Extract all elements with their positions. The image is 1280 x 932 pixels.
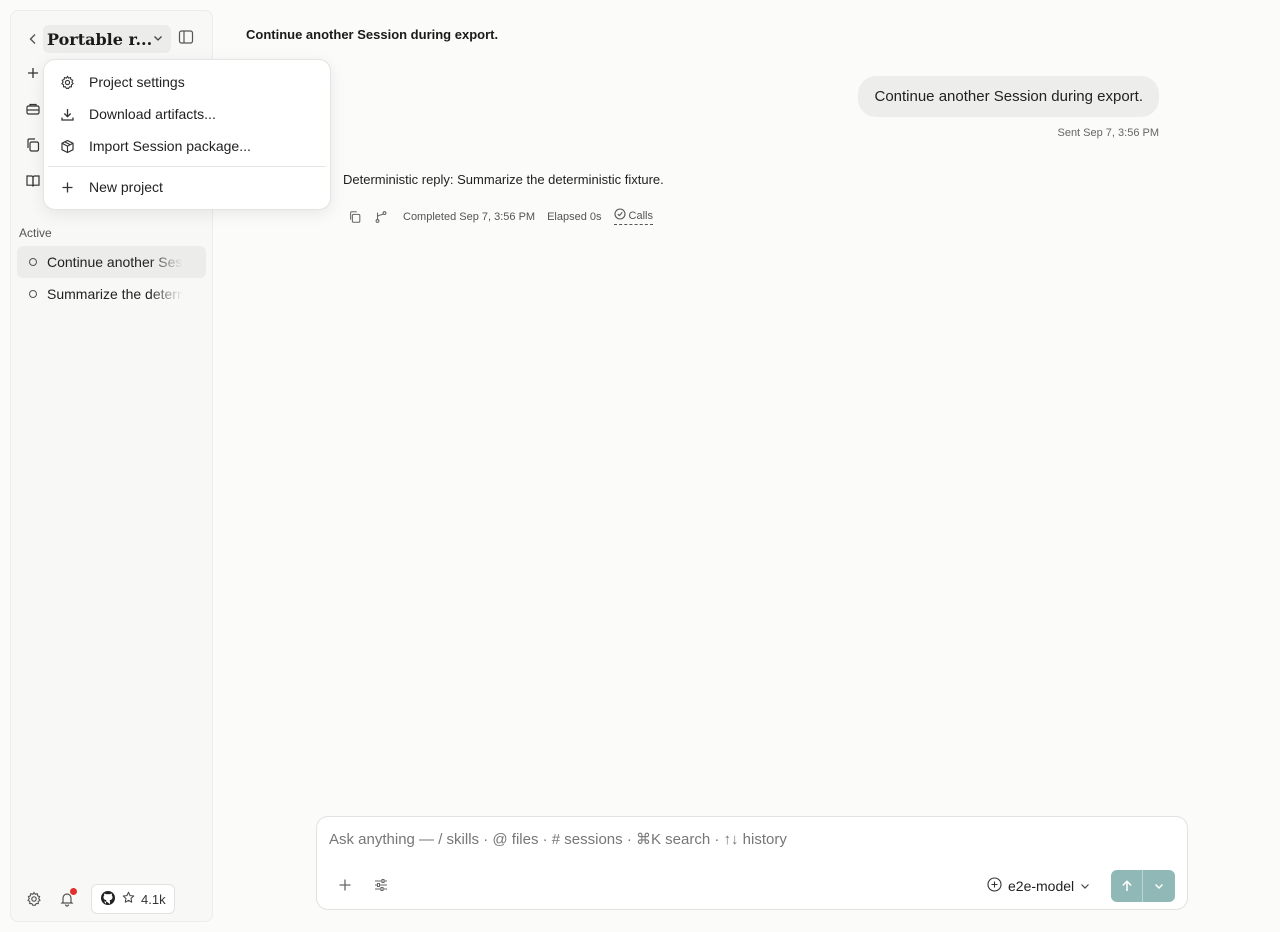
completed-timestamp: Completed Sep 7, 3:56 PM (403, 210, 536, 223)
check-circle-icon (613, 208, 626, 224)
package-icon (60, 139, 75, 154)
send-button[interactable] (1111, 870, 1143, 902)
model-selector[interactable]: e2e-model (987, 875, 1090, 897)
notification-badge (70, 888, 77, 895)
session-item[interactable]: Summarize the deterministic fixture. (17, 278, 206, 310)
send-options-button[interactable] (1143, 870, 1175, 902)
chevron-down-icon (1080, 878, 1090, 894)
branch-icon[interactable] (373, 209, 389, 225)
settings-gear-icon[interactable] (25, 890, 43, 908)
sent-timestamp: Sent Sep 7, 3:56 PM (1057, 127, 1159, 139)
session-status-dot (29, 290, 37, 298)
session-item-active[interactable]: Continue another Session during export. (17, 246, 206, 278)
composer: e2e-model (316, 816, 1188, 910)
menu-item-new-project[interactable]: New project (52, 173, 324, 201)
menu-item-project-settings[interactable]: Project settings (52, 68, 324, 96)
model-plus-circle-icon (987, 877, 1002, 895)
menu-item-label: Project settings (89, 74, 185, 90)
send-button-group (1111, 870, 1175, 902)
sidebar-header: Portable r... (23, 25, 203, 53)
session-status-dot (29, 258, 37, 266)
menu-item-label: New project (89, 179, 163, 195)
attach-plus-icon[interactable] (337, 877, 353, 893)
github-star-count: 4.1k (141, 891, 166, 907)
project-menu: Project settings Download artifacts... I… (43, 59, 331, 210)
menu-item-label: Download artifacts... (89, 106, 216, 122)
session-item-label: Summarize the deterministic fixture. (47, 286, 183, 302)
assistant-reply: Deterministic reply: Summarize the deter… (343, 172, 664, 187)
message-input[interactable] (329, 831, 1169, 848)
menu-item-download-artifacts[interactable]: Download artifacts... (52, 100, 324, 128)
sidebar-footer: 4.1k (25, 884, 175, 914)
sidebar-toggle-icon[interactable] (178, 29, 194, 45)
copy-icon[interactable] (347, 209, 363, 225)
sliders-icon[interactable] (373, 877, 389, 893)
calls-link[interactable]: Calls (613, 208, 653, 225)
download-icon (60, 107, 75, 122)
menu-item-label: Import Session package... (89, 138, 251, 154)
copy-icon[interactable] (25, 137, 41, 153)
model-name: e2e-model (1008, 878, 1075, 894)
book-icon[interactable] (25, 173, 41, 189)
menu-item-import-session-package[interactable]: Import Session package... (52, 132, 324, 160)
elapsed-time: Elapsed 0s (547, 210, 602, 223)
new-session-plus-icon[interactable] (25, 65, 41, 81)
section-label-active: Active (19, 226, 52, 240)
chevron-down-icon (153, 30, 163, 48)
github-stars-button[interactable]: 4.1k (91, 884, 175, 914)
session-item-label: Continue another Session during export. (47, 254, 183, 270)
calls-label: Calls (628, 209, 653, 222)
chevron-down-icon (1155, 884, 1163, 889)
toolbox-icon[interactable] (25, 101, 41, 117)
project-name: Portable r... (47, 29, 153, 49)
menu-divider (48, 166, 326, 167)
page-title: Continue another Session during export. (246, 27, 499, 42)
reply-meta-bar: Completed Sep 7, 3:56 PM Elapsed 0s Call… (347, 208, 653, 225)
arrow-up-icon (1121, 880, 1132, 891)
github-icon (100, 890, 116, 909)
user-message-bubble: Continue another Session during export. (858, 76, 1159, 117)
notifications-bell-icon[interactable] (55, 887, 79, 911)
plus-icon (60, 180, 75, 195)
project-switcher-button[interactable]: Portable r... (43, 25, 171, 53)
star-icon (122, 891, 135, 907)
chevron-left-icon[interactable] (23, 25, 43, 53)
gear-icon (60, 74, 75, 90)
